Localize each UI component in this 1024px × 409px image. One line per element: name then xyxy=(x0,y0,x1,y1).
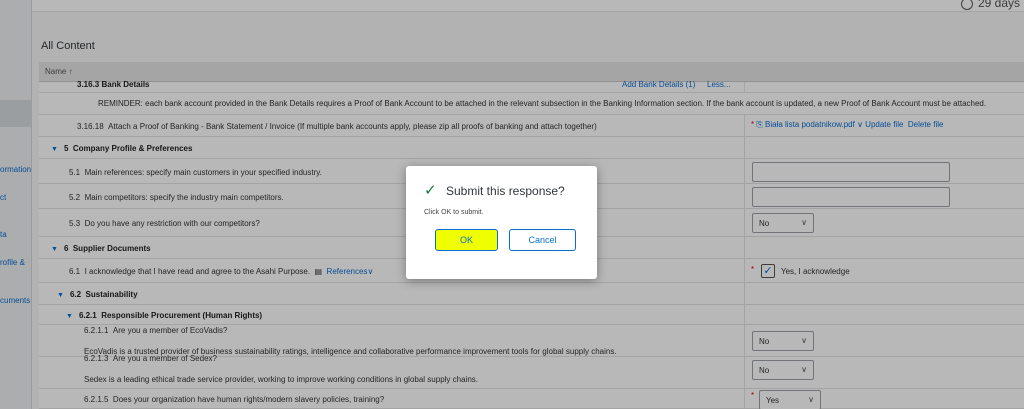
submit-confirmation-dialog: ✓ Submit this response? Click OK to subm… xyxy=(406,166,597,279)
ok-button[interactable]: OK xyxy=(435,229,498,251)
checkmark-icon: ✓ xyxy=(424,182,437,199)
cancel-button[interactable]: Cancel xyxy=(509,229,576,251)
dialog-message: Click OK to submit. xyxy=(424,209,484,216)
dialog-title: Submit this response? xyxy=(446,184,565,198)
